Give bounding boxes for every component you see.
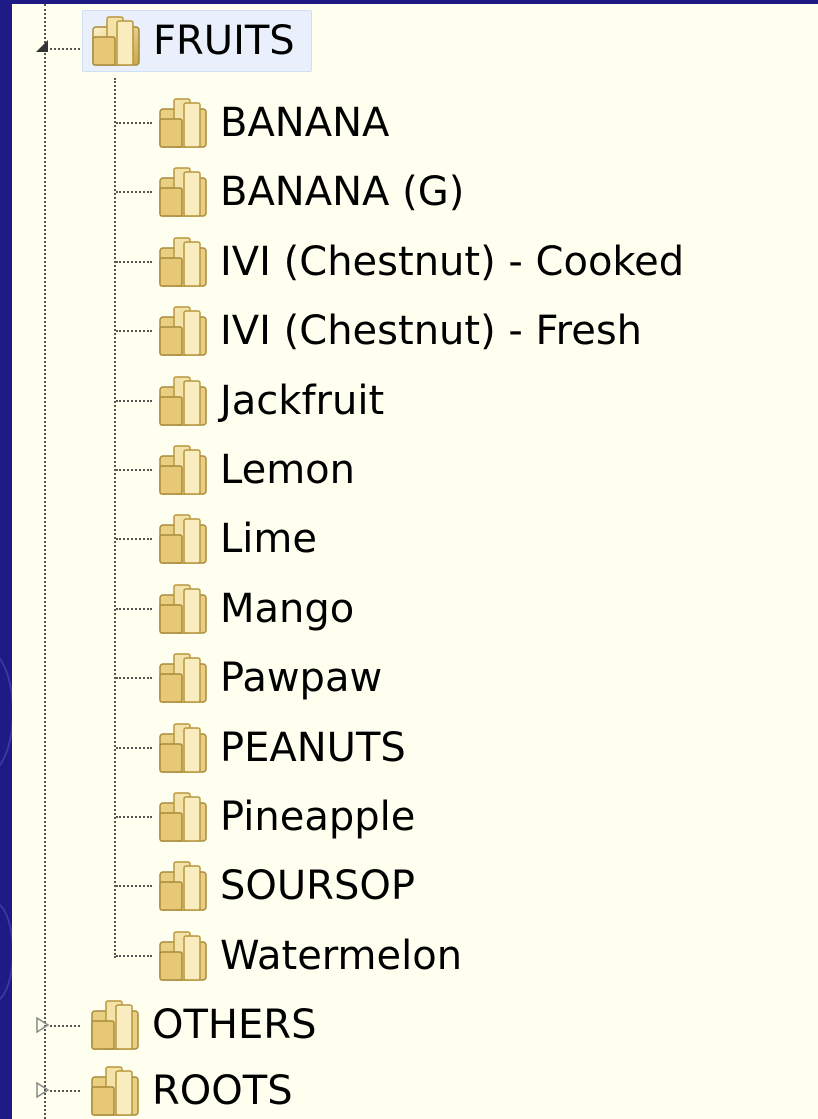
tree-node-child[interactable]: PEANUTS [156,717,412,779]
tree-connector-line [116,816,152,818]
tree-node-label: OTHERS [152,1002,317,1048]
tree-connector-line [116,954,152,957]
folder-icon [159,792,207,842]
folder-icon [159,653,207,703]
folder-icon [159,445,207,495]
tree-node-roots[interactable]: ROOTS [88,1060,299,1119]
tree-node-label: SOURSOP [220,863,415,910]
folder-icon [159,167,207,218]
tree-node-child[interactable]: IVI (Chestnut) - Fresh [156,300,648,362]
tree-node-label: Lemon [220,447,355,493]
tree-node-child[interactable]: Watermelon [156,925,468,987]
tree-node-child[interactable]: Lime [156,508,323,570]
tree-connector-line [116,330,152,333]
tree-node-child[interactable]: Pawpaw [156,647,388,709]
tree-node-child[interactable]: Pineapple [156,786,421,848]
tree-node-child[interactable]: BANANA [156,92,395,154]
tree-node-child[interactable]: IVI (Chestnut) - Cooked [156,231,690,293]
folder-icon [159,931,207,981]
tree-node-label: Jackfruit [220,377,385,424]
expand-arrow-icon[interactable] [34,1082,50,1098]
tree-connector-line [116,469,152,471]
folder-icon [159,237,207,287]
folder-icon [91,1000,139,1050]
tree-node-child[interactable]: Mango [156,578,360,640]
tree-node-label: BANANA (G) [220,169,465,216]
tree-node-label: Pineapple [220,794,416,840]
folder-icon [159,861,207,912]
folder-icon [91,1066,139,1116]
tree-node-fruits[interactable]: FRUITS [82,10,312,72]
tree-connector-line [116,607,152,610]
tree-node-others[interactable]: OTHERS [88,994,322,1056]
tree-node-label: Lime [220,516,317,563]
tree-node-child[interactable]: BANANA (G) [156,161,470,223]
tree-node-label: Mango [220,585,355,632]
folder-icon [159,722,207,773]
expand-arrow-icon[interactable] [34,1017,50,1033]
tree-connector-line [116,538,152,541]
tree-connector-line [116,885,152,888]
tree-connector-line [116,746,152,749]
tree-node-label: FRUITS [153,18,295,64]
tree-connector-line [114,78,116,958]
tree-node-child[interactable]: Lemon [156,439,361,501]
tree-node-fruits-selection[interactable]: FRUITS [82,10,312,72]
tree-connector-line [50,1090,80,1092]
tree-node-child[interactable]: Jackfruit [156,370,390,432]
tree-node-label: Watermelon [220,932,463,979]
tree-node-label: IVI (Chestnut) - Cooked [220,238,685,285]
tree-view-panel[interactable]: FRUITS BANANA BANANA (G) IVI (Chestnut) - … [12,4,818,1119]
folder-icon [92,16,140,66]
collapse-arrow-icon[interactable] [34,38,50,54]
folder-icon [159,514,207,565]
tree-node-child[interactable]: SOURSOP [156,855,421,917]
tree-connector-line [116,260,152,263]
tree-connector-line [50,48,80,50]
folder-icon [159,584,207,634]
tree-node-label: IVI (Chestnut) - Fresh [220,308,643,355]
tree-node-label: ROOTS [152,1068,293,1114]
folder-icon [159,98,207,148]
folder-icon [159,375,207,426]
tree-node-label: Pawpaw [220,655,383,702]
tree-connector-line [44,4,46,1119]
tree-node-label: BANANA [220,100,390,146]
tree-connector-line [116,122,152,124]
tree-node-label: PEANUTS [220,724,406,771]
folder-icon [159,306,207,356]
tree-connector-line [50,1025,80,1027]
tree-connector-line [116,677,152,680]
tree-connector-line [116,191,152,194]
tree-connector-line [116,399,152,402]
